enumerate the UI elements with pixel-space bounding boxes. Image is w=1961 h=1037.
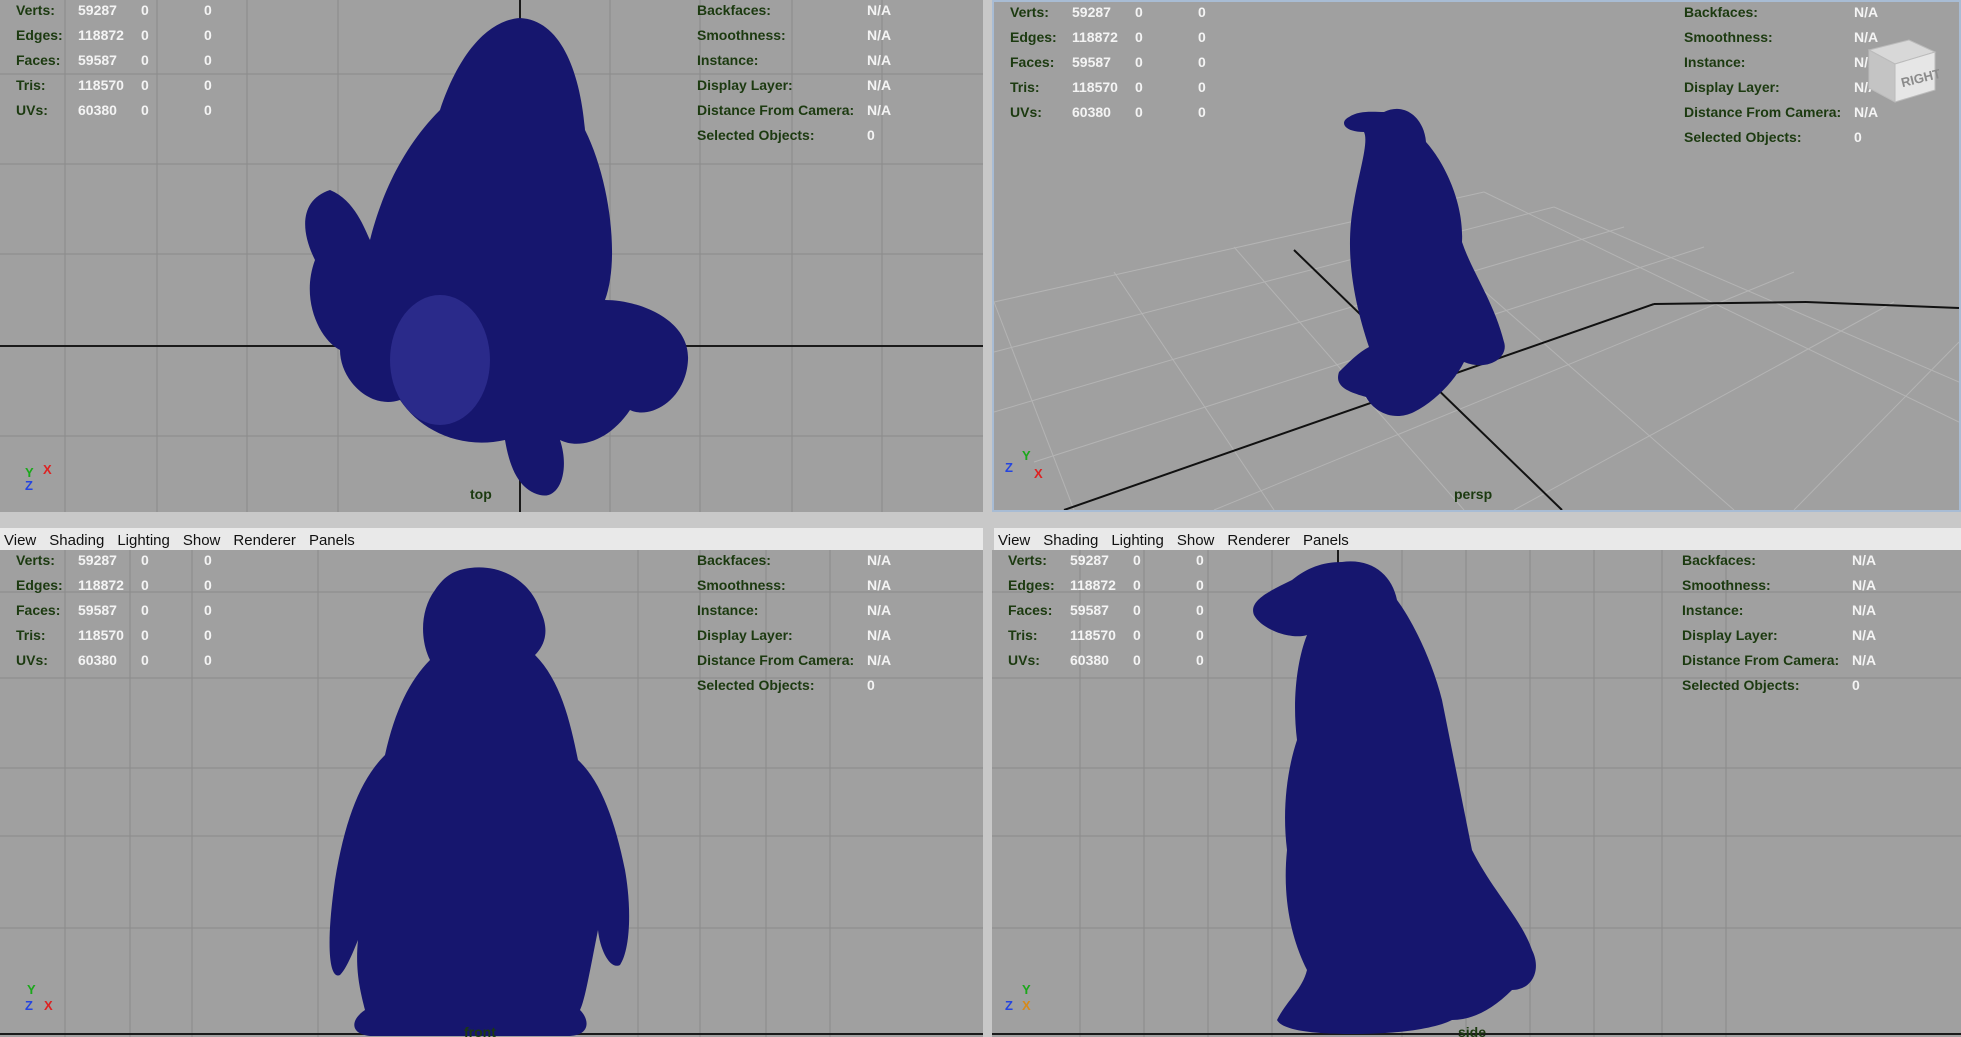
menu-view[interactable]: View — [998, 532, 1030, 549]
penguin-side-mesh — [1253, 561, 1536, 1034]
menu-renderer[interactable]: Renderer — [233, 532, 296, 549]
menu-shading[interactable]: Shading — [1043, 532, 1098, 549]
grid-front — [0, 550, 983, 1037]
penguin-top-mesh — [305, 18, 689, 496]
viewcube-icon[interactable]: RIGHT — [1859, 36, 1942, 106]
axis-gizmo-icon: YZX — [1005, 448, 1043, 481]
viewport-persp[interactable]: Verts: 59287 0 0 Edges: 118872 0 0 Faces: 59587… — [992, 0, 1961, 512]
camera-label-top: top — [470, 486, 492, 502]
camera-label-side: side — [1458, 1024, 1487, 1037]
axis-gizmo-icon: YXZ — [25, 462, 52, 493]
menu-panels[interactable]: Panels — [309, 532, 355, 549]
menu-renderer[interactable]: Renderer — [1227, 532, 1290, 549]
menu-view[interactable]: View — [4, 532, 36, 549]
camera-label-persp: persp — [1454, 486, 1493, 502]
penguin-persp-mesh — [1338, 108, 1505, 417]
axis-gizmo-icon: YZX — [25, 982, 53, 1013]
viewport-front[interactable]: Verts: 59287 0 0 Edges: 118872 0 0 Faces: 59587… — [0, 550, 983, 1037]
penguin-front-mesh — [329, 567, 630, 1036]
menu-lighting[interactable]: Lighting — [1111, 532, 1164, 549]
menu-shading[interactable]: Shading — [49, 532, 104, 549]
viewport-top[interactable]: Verts: 59287 0 0 Edges: 118872 0 0 Faces: 59587… — [0, 0, 983, 512]
viewport-side[interactable]: Verts: 59287 0 0 Edges: 118872 0 0 Faces: 59587… — [992, 550, 1961, 1037]
menu-lighting[interactable]: Lighting — [117, 532, 170, 549]
axis-gizmo-icon: YZX — [1005, 982, 1031, 1013]
menu-show[interactable]: Show — [1177, 532, 1215, 549]
menu-show[interactable]: Show — [183, 532, 221, 549]
menu-panels[interactable]: Panels — [1303, 532, 1349, 549]
grid-side — [992, 550, 1961, 1037]
camera-label-front: front — [464, 1024, 496, 1037]
